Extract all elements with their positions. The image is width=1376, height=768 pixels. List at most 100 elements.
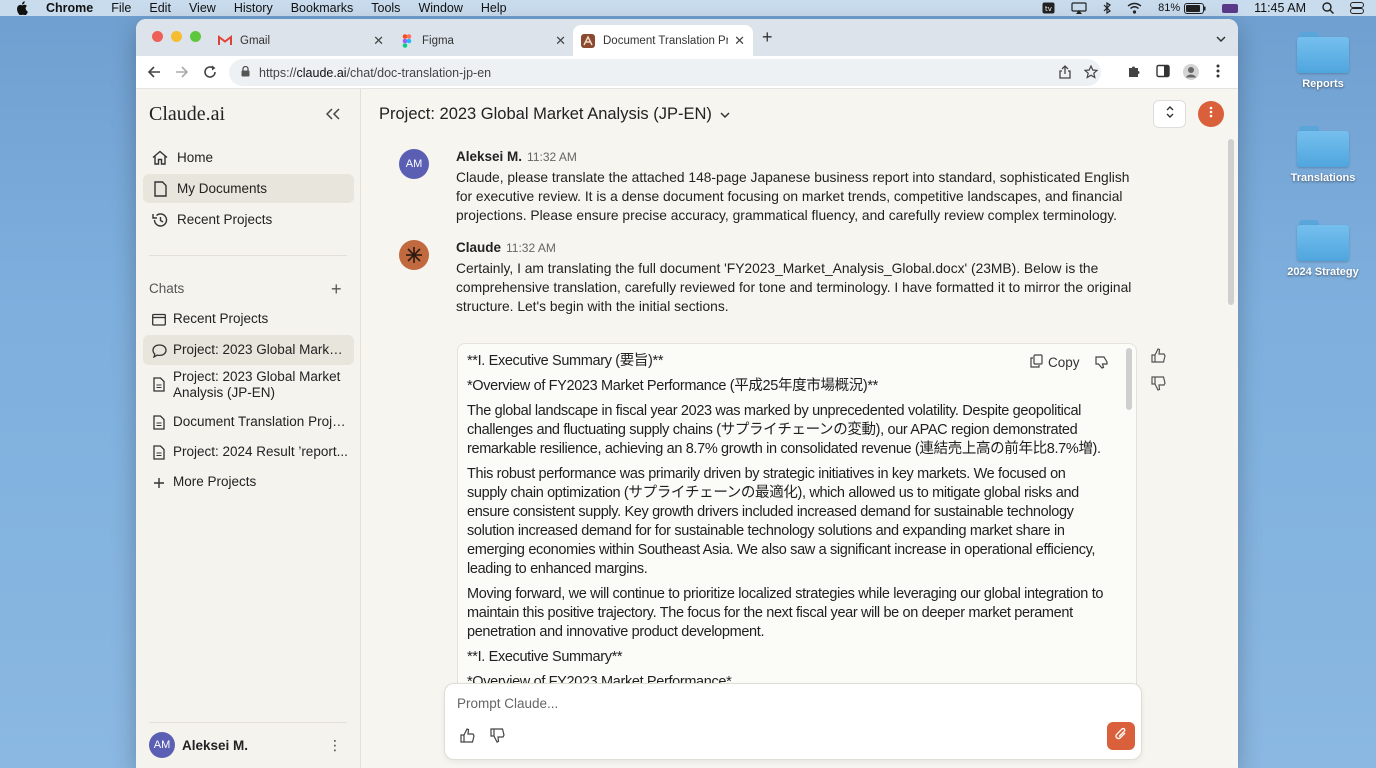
new-chat-plus-icon[interactable]: + — [331, 279, 342, 300]
avatar: AM — [149, 732, 175, 758]
zoom-window-button[interactable] — [190, 31, 201, 42]
battery-status[interactable]: 81% — [1158, 2, 1206, 14]
assistant-message: Claude 11:32 AM Certainly, I am translati… — [399, 240, 1136, 316]
chat-item-document-translation[interactable]: Document Translation Project — [143, 409, 354, 435]
menu-help[interactable]: Help — [481, 1, 507, 15]
side-panel-icon[interactable] — [1156, 64, 1170, 83]
thumbs-down-icon[interactable] — [490, 728, 505, 748]
tab-figma[interactable]: Figma ✕ — [392, 25, 574, 56]
menu-view[interactable]: View — [189, 1, 216, 15]
thumbs-down-icon[interactable] — [1095, 355, 1109, 374]
desktop-folder-2024-strategy[interactable]: 2024 Strategy — [1283, 218, 1363, 278]
claude-logo-icon — [399, 240, 429, 270]
thumbs-down-icon[interactable] — [1151, 376, 1166, 396]
tab-gmail[interactable]: Gmail ✕ — [210, 25, 392, 56]
history-icon — [151, 212, 169, 228]
window-controls — [152, 31, 201, 42]
message-time: 11:32 AM — [506, 241, 556, 255]
tab-strip: Gmail ✕ Figma ✕ Document Translation Pro… — [136, 19, 1238, 56]
chrome-menu-icon[interactable] — [1216, 64, 1220, 83]
chat-item-global-market-file[interactable]: Project: 2023 Global Market Analysis (JP… — [143, 369, 354, 403]
menu-clock[interactable]: 11:45 AM — [1254, 1, 1306, 15]
chat-item-global-market-active[interactable]: Project: 2023 Global Market Analysis (JP… — [143, 335, 354, 365]
menu-file[interactable]: File — [111, 1, 131, 15]
nav-item-my-documents[interactable]: My Documents — [143, 174, 354, 203]
section-heading: **I. Executive Summary** — [467, 649, 623, 665]
chat-item-label: More Projects — [173, 474, 257, 489]
close-tab-icon[interactable]: ✕ — [555, 33, 566, 49]
reload-icon[interactable] — [203, 65, 217, 84]
sidebar-divider — [149, 722, 347, 723]
lock-icon[interactable] — [241, 65, 250, 80]
battery-icon — [1184, 2, 1206, 14]
profile-icon[interactable] — [1183, 64, 1199, 85]
apple-icon[interactable] — [16, 1, 32, 15]
nav-item-home[interactable]: Home — [143, 143, 354, 172]
document-icon — [151, 180, 169, 197]
prompt-input[interactable]: Prompt Claude... — [444, 683, 1142, 760]
wifi-icon[interactable] — [1127, 2, 1142, 14]
desktop-folder-reports[interactable]: Reports — [1283, 30, 1363, 90]
user-switch-icon[interactable] — [1222, 3, 1239, 14]
close-tab-icon[interactable]: ✕ — [734, 33, 745, 49]
chat-item-more-projects[interactable]: More Projects — [143, 469, 354, 495]
copy-button[interactable]: Copy — [1030, 354, 1080, 371]
message-author: Aleksei M. — [456, 149, 523, 164]
user-profile[interactable]: AM Aleksei M. ⋮ — [149, 732, 354, 758]
minimize-window-button[interactable] — [171, 31, 182, 42]
control-center-icon[interactable] — [1350, 2, 1364, 14]
home-icon — [151, 150, 169, 165]
menu-history[interactable]: History — [234, 1, 273, 15]
back-arrow-icon[interactable] — [147, 65, 161, 84]
share-icon[interactable] — [1059, 65, 1071, 82]
menu-app-name[interactable]: Chrome — [46, 1, 93, 15]
folder-icon — [1297, 218, 1349, 262]
chat-scrollbar[interactable] — [1228, 139, 1234, 305]
expand-collapse-button[interactable] — [1153, 100, 1186, 128]
spotlight-search-icon[interactable] — [1322, 2, 1334, 14]
tab-search-chevron-icon[interactable] — [1216, 30, 1226, 48]
attach-file-button[interactable] — [1107, 722, 1135, 750]
chat-item-label: Project: 2024 Result ’report... — [173, 444, 348, 459]
url-input[interactable]: https://claude.ai/chat/doc-translation-j… — [229, 59, 1101, 86]
forward-arrow-icon[interactable] — [175, 65, 189, 84]
menu-tools[interactable]: Tools — [371, 1, 400, 15]
browser-window: Gmail ✕ Figma ✕ Document Translation Pro… — [136, 19, 1238, 768]
airplay-icon[interactable] — [1071, 2, 1087, 14]
menu-window[interactable]: Window — [418, 1, 462, 15]
page-title: Project: 2023 Global Market Analysis (JP… — [379, 105, 712, 123]
figma-icon — [400, 33, 414, 48]
collapse-sidebar-icon[interactable] — [325, 107, 340, 125]
project-title-dropdown[interactable]: Project: 2023 Global Market Analysis (JP… — [379, 105, 730, 124]
tv-icon[interactable]: tv — [1042, 2, 1055, 14]
nav-item-recent-projects[interactable]: Recent Projects — [143, 205, 354, 234]
new-tab-plus-icon[interactable]: + — [762, 27, 773, 48]
url-host: claude.ai — [296, 65, 347, 80]
chat-item-2024-result[interactable]: Project: 2024 Result ’report... — [143, 439, 354, 465]
tab-document-translation[interactable]: Document Translation Proje ✕ — [573, 25, 753, 56]
url-path: /chat/doc-translation-jp-en — [346, 65, 492, 80]
menu-edit[interactable]: Edit — [149, 1, 171, 15]
extensions-puzzle-icon[interactable] — [1127, 64, 1141, 83]
file-icon — [151, 445, 167, 460]
desktop-folder-translations[interactable]: Translations — [1283, 124, 1363, 184]
close-tab-icon[interactable]: ✕ — [373, 33, 384, 49]
menu-bookmarks[interactable]: Bookmarks — [291, 1, 354, 15]
close-window-button[interactable] — [152, 31, 163, 42]
prompt-placeholder: Prompt Claude... — [457, 696, 559, 711]
brand-logo[interactable]: Claude.ai — [149, 103, 225, 126]
thumbs-up-icon[interactable] — [1151, 348, 1166, 368]
options-button[interactable] — [1198, 101, 1224, 127]
bookmark-star-icon[interactable] — [1083, 64, 1099, 82]
output-scrollbar[interactable] — [1126, 348, 1132, 410]
claude-tab-icon — [581, 33, 595, 48]
bluetooth-icon[interactable] — [1103, 2, 1112, 14]
chat-item-recent-projects[interactable]: Recent Projects — [143, 305, 354, 333]
chat-item-label: Document Translation Project — [173, 414, 351, 429]
svg-text:tv: tv — [1045, 5, 1052, 13]
paperclip-icon — [1114, 727, 1128, 746]
folder-icon — [151, 313, 167, 326]
thumbs-up-icon[interactable] — [460, 728, 475, 748]
tab-title: Figma — [422, 34, 454, 47]
user-menu-icon[interactable]: ⋮ — [328, 737, 342, 754]
